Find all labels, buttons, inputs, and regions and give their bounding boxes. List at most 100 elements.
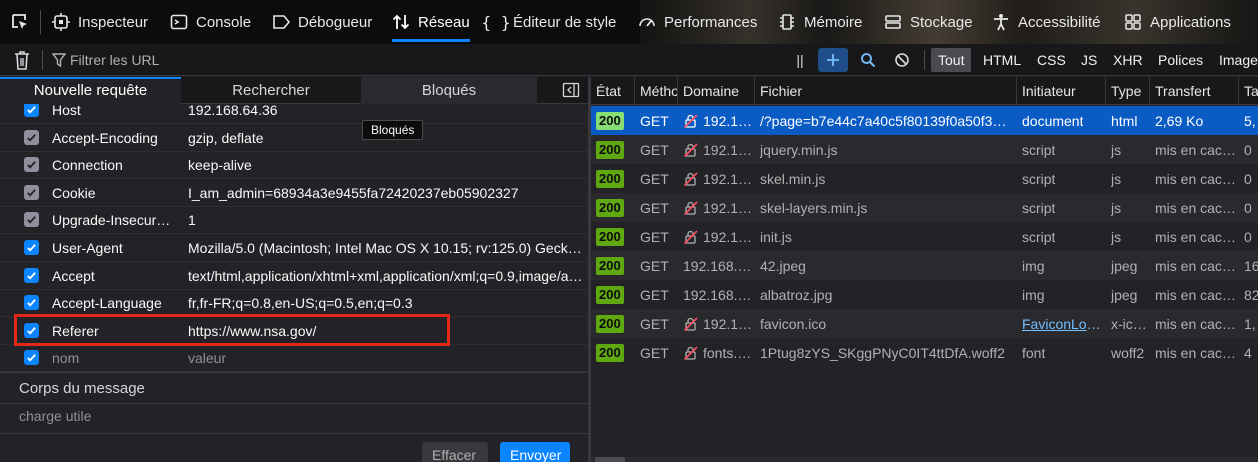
table-row[interactable]: 200 GET 192.168.64.36 albatroz.jpg img jpegmi… xyxy=(591,280,1258,309)
cell-initiator: script xyxy=(1017,222,1106,251)
header-name[interactable]: Accept xyxy=(52,268,177,284)
header-value[interactable]: 192.168.64.36 xyxy=(188,104,584,118)
tab-storage[interactable]: Stockage xyxy=(884,0,973,44)
header-row[interactable]: Connection keep-alive xyxy=(0,151,588,180)
tab-blocked[interactable]: Bloqués xyxy=(361,77,537,104)
trash-icon[interactable] xyxy=(12,49,32,71)
applications-icon xyxy=(1124,13,1142,31)
header-name[interactable]: Accept-Language xyxy=(52,295,177,311)
tab-performance[interactable]: Performances xyxy=(638,0,757,44)
header-row[interactable]: Accept-Language fr,fr-FR;q=0.8,en-US;q=0.… xyxy=(0,289,588,318)
header-value[interactable]: Mozilla/5.0 (Macintosh; Intel Mac OS X 1… xyxy=(188,240,584,256)
horizontal-scrollbar[interactable] xyxy=(591,457,1258,462)
header-checkbox[interactable] xyxy=(24,157,39,173)
cell-text: GET xyxy=(640,228,669,245)
send-button[interactable]: Envoyer xyxy=(500,442,570,462)
filter-css[interactable]: CSS xyxy=(1030,48,1073,72)
new-header-row[interactable]: nom valeur xyxy=(0,344,588,373)
table-row[interactable]: 200 GET 192.168.64.36 skel-layers.min.js scr… xyxy=(591,193,1258,222)
filter-images[interactable]: Images xyxy=(1212,48,1258,72)
column-header-transfer[interactable]: Transfert xyxy=(1150,77,1239,105)
filter-fonts[interactable]: Polices xyxy=(1151,48,1210,72)
header-checkbox[interactable] xyxy=(24,295,39,311)
header-name[interactable]: User-Agent xyxy=(52,240,177,256)
column-header-type[interactable]: Type xyxy=(1106,77,1150,105)
header-row[interactable]: Accept text/html,application/xhtml+xml,ap… xyxy=(0,262,588,290)
header-value[interactable]: fr,fr-FR;q=0.8,en-US;q=0.5,en;q=0.3 xyxy=(188,295,584,311)
header-name[interactable]: Cookie xyxy=(52,185,177,201)
column-header-method[interactable]: Méthode xyxy=(635,77,678,105)
status-badge: 200 xyxy=(596,314,624,333)
header-name[interactable]: Upgrade-Insecure-Requests xyxy=(52,212,177,228)
pause-button[interactable]: || xyxy=(790,48,810,72)
header-checkbox[interactable] xyxy=(24,267,39,283)
filter-all[interactable]: Tout xyxy=(931,48,972,72)
header-row[interactable]: User-Agent Mozilla/5.0 (Macintosh; Intel … xyxy=(0,234,588,262)
column-header-status[interactable]: État xyxy=(591,77,635,105)
table-row[interactable]: 200 GET fonts.gstatic.com 1Ptug8zYS_SKggPNy… xyxy=(591,338,1258,367)
block-requests-button[interactable] xyxy=(888,48,916,72)
network-icon xyxy=(392,13,410,31)
status-badge: 200 xyxy=(596,285,624,304)
header-checkbox[interactable] xyxy=(24,129,39,145)
cell-initiator: script xyxy=(1017,164,1106,193)
table-row[interactable]: 200 GET 192.168.64.36 /?page=b7e44c7a40c5f8… xyxy=(591,106,1258,135)
header-value[interactable]: valeur xyxy=(188,350,584,366)
column-header-file[interactable]: Fichier xyxy=(755,77,1017,105)
collapse-panel-icon[interactable] xyxy=(562,82,580,98)
filter-xhr[interactable]: XHR xyxy=(1106,48,1150,72)
new-request-panel: Nouvelle requête Rechercher Bloqués Host… xyxy=(0,77,588,462)
header-name[interactable]: Host xyxy=(52,104,177,118)
filter-js[interactable]: JS xyxy=(1074,48,1104,72)
checkmark-icon xyxy=(27,161,36,169)
new-request-button[interactable] xyxy=(818,48,848,72)
header-row[interactable]: Upgrade-Insecure-Requests 1 xyxy=(0,206,588,235)
cell-text: woff2 xyxy=(1111,344,1145,361)
header-value[interactable]: keep-alive xyxy=(188,157,584,173)
header-checkbox[interactable] xyxy=(24,104,39,117)
clear-button[interactable]: Effacer xyxy=(422,442,488,462)
tab-search[interactable]: Rechercher xyxy=(181,77,361,104)
scrollbar-thumb[interactable] xyxy=(595,457,625,462)
tab-debugger[interactable]: Débogueur xyxy=(272,0,372,44)
tab-inspector[interactable]: Inspecteur xyxy=(52,0,148,44)
url-filter-input[interactable] xyxy=(70,50,770,70)
header-checkbox[interactable] xyxy=(24,240,39,255)
table-row[interactable]: 200 GET 192.168.64.36 jquery.min.js script js… xyxy=(591,135,1258,164)
payload-input[interactable]: charge utile xyxy=(19,408,91,424)
column-header-domain[interactable]: Domaine xyxy=(678,77,755,105)
tab-new-request[interactable]: Nouvelle requête xyxy=(0,77,181,104)
header-name[interactable]: Connection xyxy=(52,157,177,173)
cell-status: 200 xyxy=(591,280,635,309)
header-checkbox[interactable] xyxy=(24,184,39,200)
tab-memory[interactable]: Mémoire xyxy=(778,0,862,44)
tab-label: Débogueur xyxy=(298,13,373,31)
header-name[interactable]: nom xyxy=(52,350,177,366)
table-row[interactable]: 200 GET 192.168.64.36 42.jpeg img jpeg mis en … xyxy=(591,251,1258,280)
cell-file: favicon.ico xyxy=(755,309,1017,338)
tab-network[interactable]: Réseau xyxy=(392,0,470,44)
tab-console[interactable]: Console xyxy=(170,0,251,44)
table-row[interactable]: 200 GET 192.168.64.36 favicon.ico FaviconLoa… xyxy=(591,309,1258,338)
search-button[interactable] xyxy=(854,48,882,72)
header-row[interactable]: Cookie I_am_admin=68934a3e9455fa72420237e… xyxy=(0,179,588,207)
initiator-link[interactable]: FaviconLoader xyxy=(1022,316,1106,332)
cell-text: 42.jpeg xyxy=(760,257,806,274)
table-row[interactable]: 200 GET 192.168.64.36 init.js script js mis en… xyxy=(591,222,1258,251)
header-checkbox[interactable] xyxy=(24,350,39,366)
header-value[interactable]: 1 xyxy=(188,212,584,228)
header-checkbox[interactable] xyxy=(24,212,39,228)
filter-html[interactable]: HTML xyxy=(976,48,1028,72)
table-row[interactable]: 200 GET 192.168.64.36 skel.min.js script js mi… xyxy=(591,164,1258,193)
tab-applications[interactable]: Applications xyxy=(1124,0,1231,44)
tab-style-editor[interactable]: { } Éditeur de style xyxy=(482,0,617,44)
header-value[interactable]: I_am_admin=68934a3e9455fa72420237eb05902… xyxy=(188,185,584,201)
tab-accessibility[interactable]: Accessibilité xyxy=(992,0,1101,44)
element-picker-icon[interactable] xyxy=(10,12,30,32)
column-header-initiator[interactable]: Initiateur xyxy=(1017,77,1106,105)
debugger-icon xyxy=(272,13,290,31)
header-row[interactable]: Accept-Encoding gzip, deflate xyxy=(0,124,588,152)
header-name[interactable]: Accept-Encoding xyxy=(52,130,177,146)
column-header-size[interactable]: Taille xyxy=(1239,77,1258,105)
header-value[interactable]: text/html,application/xhtml+xml,applicat… xyxy=(188,268,584,284)
